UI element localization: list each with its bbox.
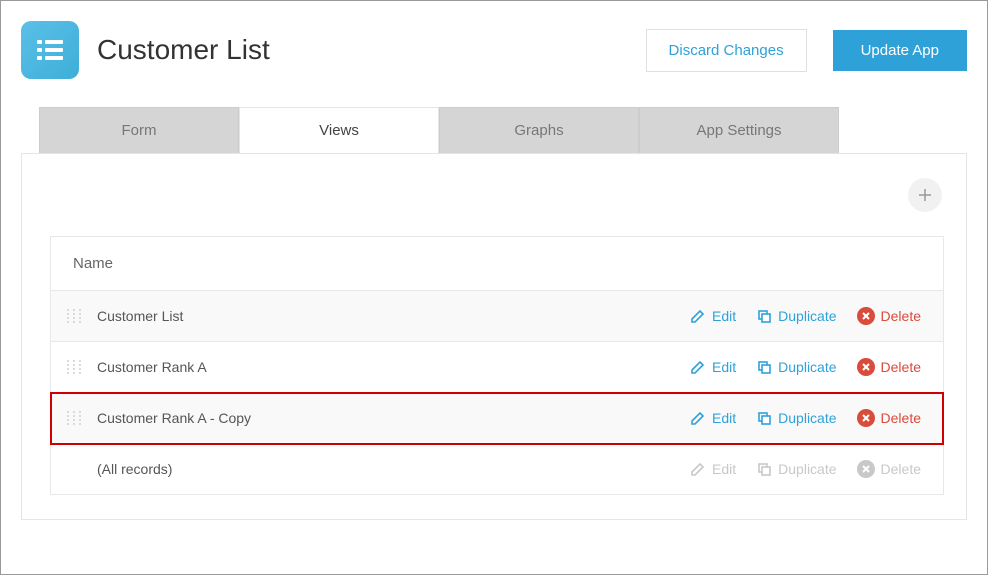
duplicate-icon (756, 359, 772, 375)
close-circle-icon (857, 409, 875, 427)
duplicate-label: Duplicate (778, 461, 836, 477)
update-app-button[interactable]: Update App (833, 30, 967, 71)
drag-handle-icon[interactable] (63, 360, 85, 374)
pencil-icon (690, 410, 706, 426)
pencil-icon (690, 461, 706, 477)
edit-button[interactable]: Edit (690, 359, 736, 375)
page-title: Customer List (97, 34, 628, 66)
table-row: (All records) Edit Duplicate Delete (51, 444, 943, 494)
delete-label: Delete (881, 410, 921, 426)
table-row: Customer Rank A Edit Duplicate Delete (51, 342, 943, 393)
duplicate-button[interactable]: Duplicate (756, 308, 836, 324)
duplicate-icon (756, 461, 772, 477)
edit-label: Edit (712, 308, 736, 324)
column-header-name: Name (51, 237, 943, 291)
delete-label: Delete (881, 461, 921, 477)
discard-changes-button[interactable]: Discard Changes (646, 29, 807, 72)
edit-label: Edit (712, 461, 736, 477)
edit-button[interactable]: Edit (690, 308, 736, 324)
drag-handle-icon[interactable] (63, 309, 85, 323)
view-name: Customer Rank A - Copy (91, 410, 690, 426)
duplicate-button[interactable]: Duplicate (756, 359, 836, 375)
plus-icon (917, 187, 933, 203)
delete-button: Delete (857, 460, 921, 478)
close-circle-icon (857, 358, 875, 376)
edit-button[interactable]: Edit (690, 410, 736, 426)
view-name: Customer Rank A (91, 359, 690, 375)
tab-graphs[interactable]: Graphs (439, 107, 639, 153)
duplicate-button: Duplicate (756, 461, 836, 477)
duplicate-icon (756, 308, 772, 324)
duplicate-label: Duplicate (778, 410, 836, 426)
tab-form[interactable]: Form (39, 107, 239, 153)
pencil-icon (690, 308, 706, 324)
duplicate-label: Duplicate (778, 308, 836, 324)
delete-button[interactable]: Delete (857, 409, 921, 427)
edit-label: Edit (712, 410, 736, 426)
list-icon (33, 33, 67, 67)
duplicate-button[interactable]: Duplicate (756, 410, 836, 426)
delete-button[interactable]: Delete (857, 358, 921, 376)
edit-button: Edit (690, 461, 736, 477)
view-name: (All records) (91, 461, 690, 477)
app-icon (21, 21, 79, 79)
close-circle-icon (857, 307, 875, 325)
drag-handle-icon[interactable] (63, 411, 85, 425)
table-row: Customer List Edit Duplicate Delete (51, 291, 943, 342)
add-view-button[interactable] (908, 178, 942, 212)
close-circle-icon (857, 460, 875, 478)
delete-button[interactable]: Delete (857, 307, 921, 325)
duplicate-icon (756, 410, 772, 426)
tab-app-settings[interactable]: App Settings (639, 107, 839, 153)
duplicate-label: Duplicate (778, 359, 836, 375)
delete-label: Delete (881, 359, 921, 375)
edit-label: Edit (712, 359, 736, 375)
table-row: Customer Rank A - Copy Edit Duplicate Delet… (51, 393, 943, 444)
view-name: Customer List (91, 308, 690, 324)
delete-label: Delete (881, 308, 921, 324)
pencil-icon (690, 359, 706, 375)
tab-views[interactable]: Views (239, 107, 439, 153)
